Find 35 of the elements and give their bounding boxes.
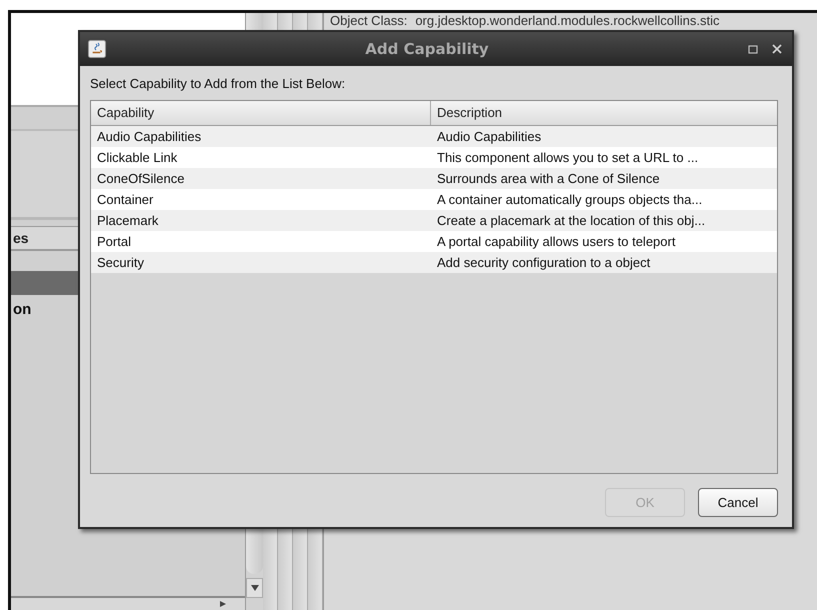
cup-icon [88, 40, 106, 58]
capability-description: A portal capability allows users to teleport [436, 234, 676, 249]
maximize-icon[interactable] [748, 44, 758, 54]
column-header[interactable]: Capability [91, 101, 431, 125]
capability-name: Security [96, 255, 145, 270]
object-class-label: Object Class: [330, 13, 408, 28]
table-row[interactable]: ConeOfSilence Surrounds area with a Cone of Silence [91, 168, 777, 189]
capability-name: ConeOfSilence [96, 171, 186, 186]
capability-name: Portal [96, 234, 132, 249]
capability-description: Audio Capabilities [436, 129, 542, 144]
table-row[interactable]: Portal A portal capability allows users to teleport [91, 231, 777, 252]
capability-name: Clickable Link [96, 150, 178, 165]
capability-name: Audio Capabilities [96, 129, 202, 144]
table-row[interactable]: Audio Capabilities Audio Capabilities [91, 126, 777, 147]
capability-description: A container automatically groups objects tha... [436, 192, 704, 207]
object-class-value: org.jdesktop.wonderland.modules.rockwellcollins.stic [415, 13, 720, 28]
table-row[interactable]: Security Add security configuration to a object [91, 252, 777, 273]
dialog-button[interactable]: Cancel [698, 488, 778, 517]
close-icon[interactable] [772, 44, 782, 54]
table-row[interactable]: Container A container automatically groups objects tha... [91, 189, 777, 210]
capability-name: Container [96, 192, 154, 207]
scroll-down-button[interactable] [246, 578, 263, 598]
window-title: Add Capability [364, 40, 490, 58]
table-row[interactable]: Clickable Link This component allows you to set a URL to ... [91, 147, 777, 168]
capability-description: Create a placemark at the location of this obj... [436, 213, 706, 228]
column-header[interactable]: Description [431, 101, 777, 125]
scroll-right-icon[interactable] [219, 600, 227, 608]
capability-description: This component allows you to set a URL to ... [436, 150, 700, 165]
capability-description: Surrounds area with a Cone of Silence [436, 171, 661, 186]
instruction-text: Select Capability to Add from the List Below: [90, 76, 346, 91]
capability-name: Placemark [96, 213, 160, 228]
capability-description: Add security configuration to a object [436, 255, 652, 270]
section-title: on [12, 300, 32, 318]
down-arrow-icon [250, 584, 258, 592]
table-row[interactable]: Placemark Create a placemark at the location of this obj... [91, 210, 777, 231]
